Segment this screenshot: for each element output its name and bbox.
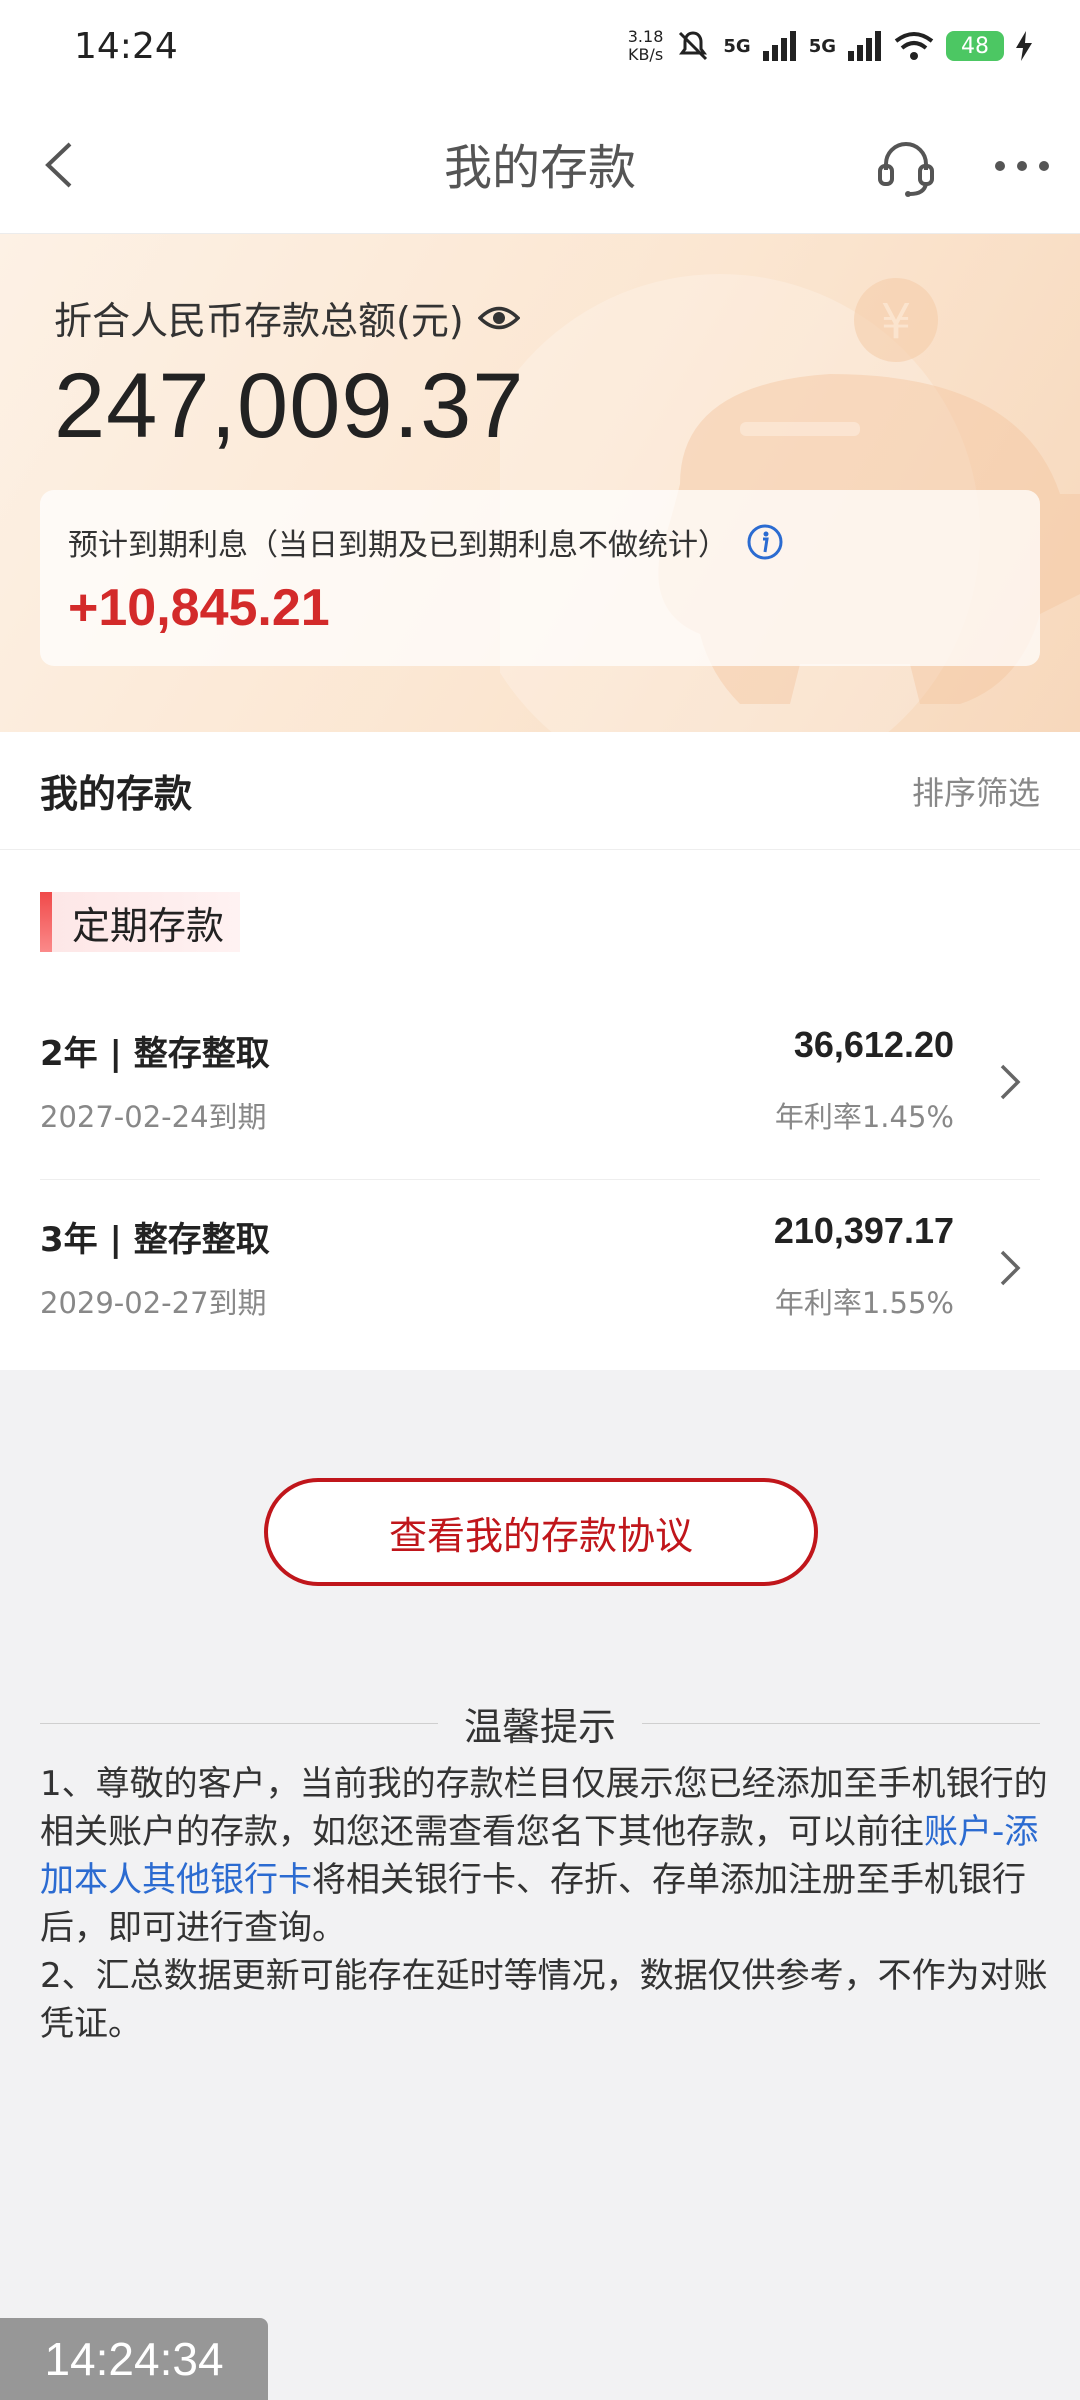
signal-icon	[762, 31, 796, 61]
network-speed: 3.18 KB/s	[628, 28, 664, 64]
total-deposit-label: 折合人民币存款总额(元)	[54, 290, 520, 345]
category-tag-bar	[40, 892, 52, 952]
expected-interest-label-text: 预计到期利息（当日到期及已到期利息不做统计）	[68, 528, 728, 563]
total-deposit-amount: 247,009.37	[54, 355, 525, 457]
battery-indicator: 48	[946, 31, 1004, 61]
interest-card: 预计到期利息（当日到期及已到期利息不做统计） +10,845.21	[40, 490, 1040, 666]
deposit-summary: ¥ 折合人民币存款总额(元) 247,009.37 预计到期利息（当日到期及已到…	[0, 234, 1080, 732]
overlay-clock: 14:24:34	[0, 2318, 268, 2400]
signal-label-1: 5G	[723, 35, 751, 57]
status-bar: 14:24 3.18 KB/s 5G 5G 48	[0, 0, 1080, 92]
network-speed-unit: KB/s	[627, 45, 664, 64]
tips-paragraph-2: 2、汇总数据更新可能存在延时等情况，数据仅供参考，不作为对账凭证。	[40, 1956, 1048, 2044]
expected-interest-label: 预计到期利息（当日到期及已到期利息不做统计）	[68, 520, 784, 564]
view-deposit-agreement-button[interactable]: 查看我的存款协议	[264, 1478, 818, 1586]
status-time: 14:24	[74, 25, 178, 67]
signal-label-2: 5G	[808, 35, 836, 57]
deposit-maturity-date: 2029-02-27到期	[40, 1286, 267, 1320]
nav-bar: 我的存款	[0, 92, 1080, 234]
deposit-name: 3年 | 整存整取	[40, 1220, 270, 1260]
wifi-icon	[894, 32, 934, 60]
sort-filter-button[interactable]: 排序筛选	[912, 768, 1040, 814]
charging-icon	[1016, 31, 1032, 61]
total-deposit-label-text: 折合人民币存款总额(元)	[54, 299, 464, 343]
svg-text:¥: ¥	[881, 294, 912, 350]
category-tag-fixed-deposit: 定期存款	[40, 892, 240, 952]
divider-line	[40, 1722, 438, 1724]
tips-paragraph-1: 1、尊敬的客户，当前我的存款栏目仅展示您已经添加至手机银行的相关账户的存款，如您…	[40, 1760, 1050, 1952]
tips-divider: 温馨提示	[40, 1698, 1041, 1749]
tips-content: 1、尊敬的客户，当前我的存款栏目仅展示您已经添加至手机银行的相关账户的存款，如您…	[40, 1760, 1050, 2048]
network-speed-value: 3.18	[627, 27, 664, 46]
tips-title: 温馨提示	[464, 1704, 617, 1749]
info-icon[interactable]	[746, 523, 784, 561]
section-title: 我的存款	[40, 772, 193, 816]
deposit-list-header: 我的存款 排序筛选	[0, 732, 1080, 850]
deposit-row[interactable]: 3年 | 整存整取 2029-02-27到期 210,397.17 年利率1.5…	[40, 1180, 1040, 1366]
category-tag-label: 定期存款	[72, 903, 225, 948]
mute-bell-icon	[679, 31, 708, 61]
chevron-right-icon	[1000, 1250, 1021, 1286]
deposit-interest-rate: 年利率1.55%	[774, 1286, 954, 1320]
back-arrow-icon[interactable]	[38, 140, 82, 190]
expected-interest-amount: +10,845.21	[68, 579, 330, 637]
deposit-amount: 210,397.17	[773, 1210, 954, 1251]
eye-icon[interactable]	[477, 303, 520, 333]
customer-service-icon[interactable]	[876, 138, 936, 198]
deposit-row[interactable]: 2年 | 整存整取 2027-02-24到期 36,612.20 年利率1.45…	[40, 994, 1040, 1180]
more-options-icon[interactable]	[992, 158, 1052, 174]
deposit-amount: 36,612.20	[793, 1024, 954, 1065]
deposit-name: 2年 | 整存整取	[40, 1034, 270, 1074]
deposit-interest-rate: 年利率1.45%	[774, 1100, 954, 1134]
tips-text-segment: 1、尊敬的客户，当前我的存款栏目仅展示您已经添加至手机银行的相关账户的存款，如您…	[40, 1764, 1048, 1852]
page-title: 我的存款	[443, 139, 636, 196]
chevron-right-icon	[1000, 1064, 1021, 1100]
divider-line	[642, 1722, 1041, 1724]
deposit-maturity-date: 2027-02-24到期	[40, 1100, 267, 1134]
deposit-list-section: 我的存款 排序筛选 定期存款 2年 | 整存整取 2027-02-24到期 36…	[0, 732, 1080, 1370]
signal-icon	[848, 31, 881, 61]
status-icons: 3.18 KB/s 5G 5G 48	[628, 28, 1032, 64]
